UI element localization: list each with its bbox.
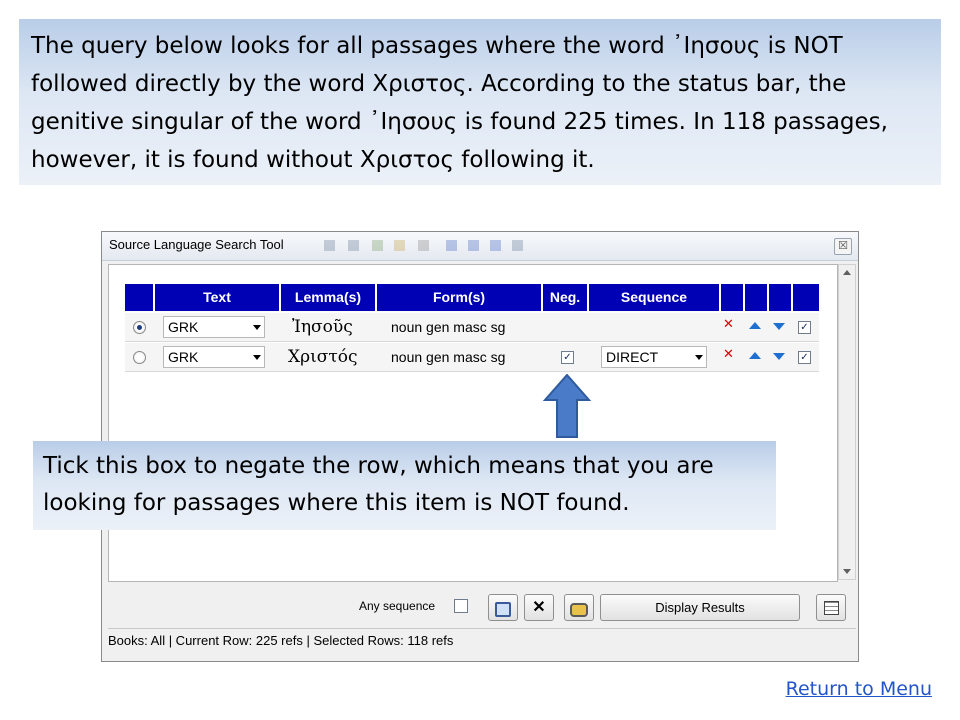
lemma-value[interactable]: Χριστός	[288, 347, 358, 367]
grid-header-select	[125, 284, 153, 311]
query-row[interactable]: GRK Ἰησοῦς noun gen masc sg ✕ ✓	[125, 313, 819, 342]
negate-hint-callout: Tick this box to negate the row, which m…	[33, 441, 776, 530]
title-bar: Source Language Search Tool ☒	[102, 232, 858, 261]
move-up-icon[interactable]	[749, 322, 761, 329]
delete-row-icon[interactable]: ✕	[723, 347, 734, 362]
header-sequence: Sequence	[589, 284, 719, 311]
move-up-icon[interactable]	[749, 352, 761, 359]
query-grid-area	[108, 264, 838, 582]
scroll-down-icon[interactable]	[843, 569, 851, 574]
text-dropdown[interactable]: GRK	[163, 346, 265, 368]
export-button[interactable]	[816, 594, 846, 621]
header-forms: Form(s)	[377, 284, 541, 311]
delete-row-icon[interactable]: ✕	[723, 317, 734, 332]
status-bar: Books: All | Current Row: 225 refs | Sel…	[108, 628, 856, 653]
chevron-down-icon	[253, 325, 261, 330]
text-dropdown[interactable]: GRK	[163, 316, 265, 338]
toolbar-ghost-icon	[446, 240, 457, 251]
query-row[interactable]: GRK Χριστός noun gen masc sg ✓ DIRECT ✕ …	[125, 343, 819, 372]
row-select-radio[interactable]	[133, 351, 146, 364]
toolbar-ghost-icon	[324, 240, 335, 251]
lemma-value[interactable]: Ἰησοῦς	[292, 317, 353, 337]
header-lemmas: Lemma(s)	[281, 284, 375, 311]
open-book-button[interactable]	[488, 594, 518, 621]
book-icon	[495, 602, 511, 617]
instruction-callout: The query below looks for all passages w…	[19, 19, 941, 185]
text-dropdown-value: GRK	[168, 349, 199, 365]
form-value[interactable]: noun gen masc sg	[391, 349, 505, 365]
header-delete	[721, 284, 743, 311]
row-enabled-checkbox[interactable]: ✓	[798, 321, 811, 334]
header-text: Text	[155, 284, 279, 311]
grid-export-icon	[823, 601, 839, 615]
header-down	[769, 284, 791, 311]
vertical-scrollbar[interactable]	[838, 264, 856, 580]
pointer-arrow-icon	[543, 374, 591, 438]
toolbar-ghost-icon	[394, 240, 405, 251]
chevron-down-icon	[253, 355, 261, 360]
header-neg: Neg.	[543, 284, 587, 311]
chevron-down-icon	[695, 355, 703, 360]
toolbar-ghost-icon	[372, 240, 383, 251]
binoculars-icon	[570, 603, 588, 617]
close-button[interactable]: ☒	[834, 238, 852, 255]
toolbar-ghost-icon	[348, 240, 359, 251]
toolbar-ghost-icon	[468, 240, 479, 251]
move-down-icon[interactable]	[773, 353, 785, 360]
move-down-icon[interactable]	[773, 323, 785, 330]
display-results-button[interactable]: Display Results	[600, 594, 800, 621]
sequence-dropdown[interactable]: DIRECT	[601, 346, 707, 368]
clear-button[interactable]: ✕	[524, 594, 554, 621]
header-up	[745, 284, 767, 311]
find-button[interactable]	[564, 594, 594, 621]
return-to-menu-link[interactable]: Return to Menu	[786, 678, 932, 700]
header-enabled	[793, 284, 819, 311]
text-dropdown-value: GRK	[168, 319, 199, 335]
clear-icon: ✕	[532, 599, 546, 616]
row-select-radio[interactable]	[133, 321, 146, 334]
negate-checkbox[interactable]: ✓	[561, 351, 574, 364]
window-title: Source Language Search Tool	[109, 237, 284, 252]
toolbar-ghost-icon	[490, 240, 501, 251]
sequence-dropdown-value: DIRECT	[606, 349, 659, 365]
form-value[interactable]: noun gen masc sg	[391, 319, 505, 335]
any-sequence-label: Any sequence	[359, 599, 436, 613]
any-sequence-checkbox[interactable]	[454, 599, 468, 613]
toolbar-ghost-icon	[512, 240, 523, 251]
scroll-up-icon[interactable]	[843, 270, 851, 275]
row-enabled-checkbox[interactable]: ✓	[798, 351, 811, 364]
toolbar-ghost-icon	[418, 240, 429, 251]
